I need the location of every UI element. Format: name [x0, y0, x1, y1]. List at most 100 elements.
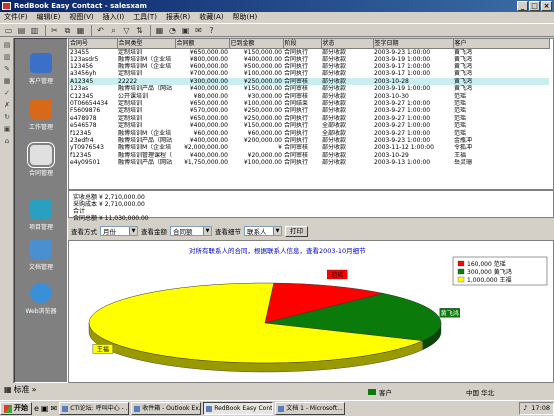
table-row[interactable]: 0T06654434 定制培训 ¥650,000.00 ¥100,000.00 合同结束…	[69, 100, 549, 107]
column-header[interactable]: 已到金额	[229, 39, 284, 49]
filter-icon[interactable]: ▽	[121, 25, 132, 36]
help-icon[interactable]: ?	[206, 25, 217, 36]
view-mode-select[interactable]: 月份 ▼	[100, 226, 138, 236]
chevron-right-icon[interactable]: »	[32, 385, 37, 394]
column-header[interactable]: 签字日期	[373, 39, 454, 49]
quicklaunch-ie-icon[interactable]: e	[34, 404, 39, 413]
menu-edit[interactable]: 编辑(E)	[37, 12, 61, 23]
table-cell: ¥650,000.00	[189, 100, 228, 108]
quicklaunch-mail-icon[interactable]: ✉	[50, 404, 57, 413]
task-button[interactable]: CTI论坛: 呼叫中心 - ...	[59, 402, 130, 415]
chevron-down-icon[interactable]: ▼	[129, 227, 137, 235]
grid-icon[interactable]: ▦	[154, 25, 165, 36]
copy-icon[interactable]: ⧉	[62, 25, 73, 36]
task-button[interactable]: 收件箱 - Outlook Ex...	[131, 402, 202, 415]
menu-favorites[interactable]: 收藏(A)	[199, 12, 223, 23]
table-row[interactable]: 23edfr4 融博培训产品（网站 ¥400,000.00 ¥200,000.00 合同…	[69, 137, 549, 144]
minimize-button[interactable]: _	[517, 1, 528, 11]
column-header[interactable]: 合同额	[175, 39, 230, 49]
nav-item-work[interactable]: 工作管理	[15, 99, 67, 131]
strip-icon[interactable]: ↻	[2, 113, 12, 122]
view-detail-select[interactable]: 联系人 ▼	[244, 226, 282, 236]
print-button[interactable]: 打印	[285, 225, 308, 237]
quicklaunch-desktop-icon[interactable]: ▣	[41, 404, 49, 413]
table-row[interactable]: yT0976543 融博培训M（企业培 ¥2,000,000.00 ¥ 合同审核 部分收款…	[69, 144, 549, 151]
table-row[interactable]: 123456 融博培训M（企业培 ¥600,000.00 ¥500,000.00 合同执…	[69, 63, 549, 70]
table-row[interactable]: A12345 22222 ¥300,000.00 ¥250,000.00 合同审核 部分收…	[69, 77, 549, 86]
table-cell: 部分收款	[322, 63, 347, 71]
status-left: 客户	[379, 389, 392, 397]
table-row[interactable]: 123asdr5 融博培训M（企业培 ¥800,000.00 ¥400,000.00 合…	[69, 56, 549, 63]
undo-icon[interactable]: ↶	[95, 25, 106, 36]
table-row[interactable]: e4y09501 融博培训产品（网站 ¥1,750,000.00 ¥100,000.0…	[69, 159, 549, 166]
chevron-down-icon[interactable]: ▼	[273, 227, 281, 235]
table-row[interactable]: 123as 融博培训产品（网站 ¥400,000.00 ¥150,000.00 合同审核…	[69, 85, 549, 92]
sort-icon[interactable]: ⇅	[134, 25, 145, 36]
table-cell: 合同执行	[284, 55, 309, 63]
column-header[interactable]: 合同号	[69, 39, 118, 49]
table-cell: 定制培训	[118, 48, 143, 56]
strip-icon[interactable]: ⌂	[2, 137, 12, 146]
start-button[interactable]: 开始	[0, 402, 32, 415]
open-icon[interactable]: ▤	[16, 25, 27, 36]
table-row[interactable]: 23455 定制培训 ¥650,000.00 ¥150,000.00 合同执行 部分收款 2…	[69, 48, 549, 56]
chevron-down-icon[interactable]: ▼	[203, 227, 211, 235]
paste-icon[interactable]: ▦	[75, 25, 86, 36]
table-cell: ¥650,000.00	[189, 48, 228, 56]
task-button[interactable]: RedBook Easy Contact...	[203, 402, 274, 415]
menu-insert[interactable]: 插入(I)	[103, 12, 125, 23]
table-cell: 2003-9-19 1:00:00	[374, 55, 431, 63]
menu-file[interactable]: 文件(F)	[4, 12, 28, 23]
menu-report[interactable]: 报表(R)	[166, 12, 190, 23]
column-header[interactable]: 客户	[453, 39, 550, 49]
table-cell: 融博培训M（企业培	[118, 63, 172, 71]
clock: 17:08	[531, 404, 550, 412]
close-button[interactable]: ×	[541, 1, 552, 11]
column-header[interactable]: 合同类型	[117, 39, 176, 49]
standard-label[interactable]: 标准	[14, 384, 30, 395]
volume-icon[interactable]: ♪	[523, 403, 527, 414]
strip-icon[interactable]: ▥	[2, 53, 12, 62]
legend-entry: 1,000,000 王福	[467, 276, 511, 284]
strip-icon[interactable]: ▣	[2, 125, 12, 134]
search-icon[interactable]: ⌕	[108, 25, 119, 36]
maximize-button[interactable]: □	[529, 1, 540, 11]
strip-icon[interactable]: ✎	[2, 65, 12, 74]
strip-icon[interactable]: ✓	[2, 89, 12, 98]
view-amount-select[interactable]: 合同额 ▼	[170, 226, 212, 236]
table-row[interactable]: f12345 融博培训管理课程（ ¥400,000.00 ¥20,000.00 合同审核…	[69, 152, 549, 159]
strip-icon[interactable]: ▦	[2, 77, 12, 86]
task-button[interactable]: 文档 1 - Microsoft...	[275, 402, 346, 415]
table-row[interactable]: f12345 融博培训M（企业培 ¥60,000.00 ¥60,000.00 合同执行全…	[69, 129, 549, 137]
column-header[interactable]: 状态	[321, 39, 374, 49]
menu-tools[interactable]: 工具(T)	[133, 12, 157, 23]
new-icon[interactable]: ▭	[3, 25, 14, 36]
table-row[interactable]: e478978 定制培训 ¥650,000.00 ¥250,000.00 合同执行 部分收…	[69, 115, 549, 122]
grid-view-icon[interactable]: ▦	[4, 385, 12, 394]
nav-item-web[interactable]: Web浏览器	[15, 283, 67, 315]
mail-icon[interactable]: ✉	[193, 25, 204, 36]
print-icon[interactable]: ▥	[29, 25, 40, 36]
table-row[interactable]: a3456yh 定制培训 ¥700,000.00 ¥100,000.00 合同执行 部分收…	[69, 70, 549, 77]
table-row[interactable]: F5609876 定制培训 ¥570,000.00 ¥250,000.00 合同执行 部分…	[69, 107, 549, 114]
chart-pane: 范瑶 黄飞鸿 王福 对所有联系人的合同，根据联系人信息，查看2003-10月细节 160…	[68, 240, 554, 383]
nav-item-docs[interactable]: 文档管理	[15, 239, 67, 271]
calendar-icon[interactable]: ▣	[180, 25, 191, 36]
column-header[interactable]: 阶段	[283, 39, 322, 49]
table-cell: ¥800,000.00	[189, 55, 228, 63]
cut-icon[interactable]: ✂	[49, 25, 60, 36]
nav-item-project[interactable]: 项目管理	[15, 199, 67, 231]
table-row[interactable]: e546578 定制培训 ¥400,000.00 ¥150,000.00 合同执行 全部收…	[69, 122, 549, 129]
chart-icon[interactable]: ◔	[167, 25, 178, 36]
strip-icon[interactable]: ✗	[2, 101, 12, 110]
nav-item-customer[interactable]: 客户管理	[15, 53, 67, 85]
table-cell: 合同执行	[284, 129, 309, 137]
table-row[interactable]: C12345 公开课培训 ¥80,000.00 ¥30,000.00 合同审核 部分收款 2…	[69, 92, 549, 100]
menu-view[interactable]: 视图(V)	[69, 12, 93, 23]
nav-item-contract[interactable]: 合同管理	[15, 142, 67, 177]
menu-help[interactable]: 帮助(H)	[233, 12, 258, 23]
table-cell: 合同执行	[284, 48, 309, 56]
summary-value: ¥ 2,710,000.00	[99, 194, 145, 201]
strip-icon[interactable]: ▤	[2, 41, 12, 50]
table-cell: 部分收款	[322, 92, 347, 100]
